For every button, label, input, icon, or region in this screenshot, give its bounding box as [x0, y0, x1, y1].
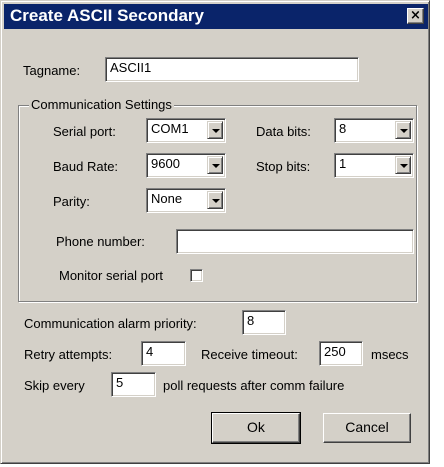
skip-every-suffix: poll requests after comm failure	[163, 378, 345, 393]
serial-port-value: COM1	[151, 121, 189, 136]
stop-bits-value: 1	[339, 156, 347, 171]
monitor-serial-port-label: Monitor serial port	[59, 268, 164, 283]
chevron-down-icon[interactable]	[207, 191, 223, 209]
tagname-input[interactable]: ASCII1	[105, 57, 359, 82]
title-bar[interactable]: Create ASCII Secondary ×	[4, 4, 428, 29]
chevron-down-icon[interactable]	[395, 121, 411, 139]
parity-label: Parity:	[53, 194, 90, 209]
serial-port-select[interactable]: COM1	[146, 118, 226, 143]
baud-rate-select[interactable]: 9600	[146, 153, 226, 178]
serial-port-label: Serial port:	[53, 124, 116, 139]
phone-number-input[interactable]	[176, 229, 414, 254]
retry-attempts-label: Retry attempts:	[24, 347, 113, 362]
parity-value: None	[151, 191, 183, 206]
tagname-label: Tagname:	[23, 63, 81, 78]
cancel-button[interactable]: Cancel	[323, 413, 411, 443]
communication-settings-title: Communication Settings	[29, 97, 174, 112]
data-bits-label: Data bits:	[256, 124, 311, 139]
stop-bits-select[interactable]: 1	[334, 153, 414, 178]
data-bits-select[interactable]: 8	[334, 118, 414, 143]
chevron-down-icon[interactable]	[207, 156, 223, 174]
skip-every-label: Skip every	[24, 378, 85, 393]
alarm-priority-input[interactable]: 8	[242, 310, 286, 335]
baud-rate-value: 9600	[151, 156, 180, 171]
monitor-serial-port-checkbox[interactable]	[190, 269, 203, 282]
close-icon: ×	[410, 8, 421, 23]
receive-timeout-input[interactable]: 250	[319, 341, 363, 366]
phone-number-label: Phone number:	[56, 234, 145, 249]
ok-button[interactable]: Ok	[211, 412, 301, 444]
receive-timeout-label: Receive timeout:	[201, 347, 298, 362]
data-bits-value: 8	[339, 121, 347, 136]
chevron-down-icon[interactable]	[207, 121, 223, 139]
receive-timeout-unit: msecs	[371, 347, 409, 362]
window-title: Create ASCII Secondary	[10, 6, 204, 25]
stop-bits-label: Stop bits:	[256, 159, 311, 174]
chevron-down-icon[interactable]	[395, 156, 411, 174]
retry-attempts-input[interactable]: 4	[141, 341, 186, 366]
skip-every-input[interactable]: 5	[111, 372, 156, 397]
alarm-priority-label: Communication alarm priority:	[24, 316, 197, 331]
close-button[interactable]: ×	[407, 8, 424, 24]
baud-rate-label: Baud Rate:	[53, 159, 119, 174]
dialog-window: Create ASCII Secondary × Tagname: ASCII1…	[0, 0, 430, 464]
parity-select[interactable]: None	[146, 188, 226, 213]
